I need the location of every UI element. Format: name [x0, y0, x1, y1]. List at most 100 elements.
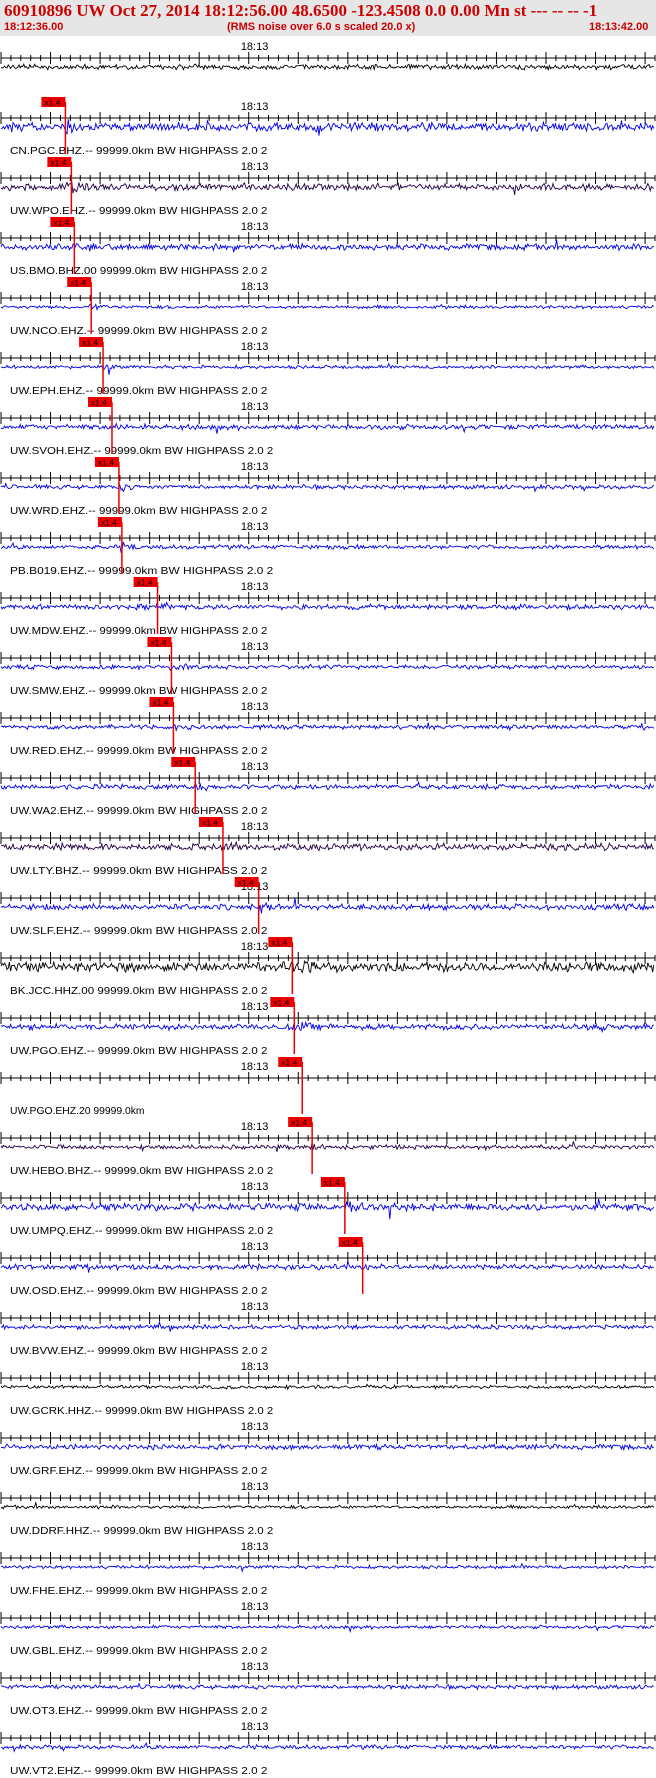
station-label: UW.FHE.EHZ.-- 99999.0km BW HIGHPASS 2.0 …	[10, 1585, 268, 1597]
scale-label: x1.4	[50, 158, 66, 168]
minute-tick-label: 18:13	[241, 1181, 269, 1193]
waveform-trace	[0, 1260, 654, 1273]
waveform-trace	[0, 840, 654, 852]
station-label: UW.RED.EHZ.-- 99999.0km BW HIGHPASS 2.0 …	[10, 745, 268, 757]
waveform-trace	[0, 1198, 655, 1220]
scale-label: x1.4	[238, 878, 254, 888]
station-label: UW.WRD.EHZ.-- 99999.0km BW HIGHPASS 2.0 …	[10, 505, 268, 517]
station-label: US.BMO.BHZ.00 99999.0km BW HIGHPASS 2.0 …	[10, 265, 268, 277]
minute-tick-label: 18:13	[241, 701, 269, 713]
waveform-trace	[1, 1562, 655, 1573]
station-label: UW.GBL.EHZ.-- 99999.0km BW HIGHPASS 2.0 …	[10, 1645, 268, 1657]
minute-tick-label: 18:13	[241, 1361, 269, 1373]
minute-tick-label: 18:13	[241, 1661, 269, 1673]
minute-tick-label: 18:13	[241, 221, 269, 233]
rms-note: (RMS noise over 6.0 s scaled 20.0 x)	[227, 21, 416, 33]
station-label: BK.JCC.HHZ.00 99999.0km BW HIGHPASS 2.0 …	[10, 985, 268, 997]
station-label: CN.PGC.BHZ.-- 99999.0km BW HIGHPASS 2.0 …	[10, 145, 268, 157]
minute-tick-label: 18:13	[241, 1001, 269, 1013]
minute-tick-label: 18:13	[241, 281, 269, 293]
station-label: UW.MDW.EHZ.-- 99999.0km BW HIGHPASS 2.0 …	[10, 625, 268, 637]
scale-label: x1.4	[273, 998, 289, 1008]
scale-label: x1.4	[202, 818, 218, 828]
minute-tick-label: 18:13	[241, 401, 269, 413]
waveform-trace	[0, 422, 655, 434]
waveform-trace	[0, 119, 655, 136]
scale-label: x1.4	[150, 638, 166, 648]
waveform-trace	[0, 1320, 654, 1332]
station-label: UW.WA2.EHZ.-- 99999.0km BW HIGHPASS 2.0 …	[10, 805, 268, 817]
station-label: UW.GCRK.HHZ.-- 99999.0km BW HIGHPASS 2.0…	[10, 1405, 273, 1417]
minute-tick-label: 18:13	[241, 161, 269, 173]
station-label: UW.SLF.EHZ.-- 99999.0km BW HIGHPASS 2.0 …	[10, 925, 268, 937]
waveform-trace	[0, 959, 655, 974]
minute-tick-label: 18:13	[241, 1301, 269, 1313]
station-label: UW.OT3.EHZ.-- 99999.0km BW HIGHPASS 2.0 …	[10, 1705, 268, 1717]
waveform-trace	[0, 601, 655, 612]
waveform-trace	[0, 1020, 654, 1034]
waveform-trace	[0, 541, 655, 554]
scale-label: x1.4	[101, 518, 117, 528]
scale-label: x1.4	[82, 338, 98, 348]
station-label: UW.SMW.EHZ.-- 99999.0km BW HIGHPASS 2.0 …	[10, 685, 268, 697]
minute-tick-label: 18:13	[241, 1541, 269, 1553]
waveform-trace	[0, 1141, 655, 1153]
station-label: UW.HEBO.BHZ.-- 99999.0km BW HIGHPASS 2.0…	[10, 1165, 273, 1177]
minute-tick-label: 18:13	[241, 1481, 269, 1493]
waveform-trace	[0, 780, 655, 792]
scale-label: x1.4	[44, 98, 60, 108]
waveform-trace	[0, 663, 655, 672]
minute-tick-label: 18:13	[241, 821, 269, 833]
station-label: UW.UMPQ.EHZ.-- 99999.0km BW HIGHPASS 2.0…	[10, 1225, 273, 1237]
scale-label: x1.4	[174, 758, 190, 768]
scale-label: x1.4	[281, 1058, 297, 1068]
scale-label: x1.4	[324, 1178, 340, 1188]
waveform-trace	[0, 181, 654, 195]
scale-label: x1.4	[152, 698, 168, 708]
station-label: UW.PGO.EHZ.20 99999.0km	[10, 1105, 145, 1117]
minute-tick-label: 18:13	[241, 41, 269, 53]
plot-header: 60910896 UW Oct 27, 2014 18:12:56.00 48.…	[0, 0, 656, 36]
minute-tick-label: 18:13	[241, 941, 269, 953]
scale-label: x1.4	[53, 218, 69, 228]
minute-tick-label: 18:13	[241, 101, 269, 113]
waveform-trace	[0, 62, 654, 72]
scale-label: x1.4	[137, 578, 153, 588]
minute-tick-label: 18:13	[241, 761, 269, 773]
waveform-trace	[0, 1383, 655, 1391]
waveform-trace	[0, 482, 655, 493]
scale-label: x1.4	[91, 398, 107, 408]
station-label: UW.OSD.EHZ.-- 99999.0km BW HIGHPASS 2.0 …	[10, 1285, 268, 1297]
station-label: UW.DDRF.HHZ.-- 99999.0km BW HIGHPASS 2.0…	[10, 1525, 273, 1537]
end-time: 18:13:42.00	[589, 21, 649, 33]
waveform-trace	[0, 239, 654, 253]
scale-label: x1.4	[98, 458, 114, 468]
scale-label: x1.4	[291, 1118, 307, 1128]
station-label: UW.PGO.EHZ.-- 99999.0km BW HIGHPASS 2.0 …	[10, 1045, 268, 1057]
waveform-trace	[0, 1741, 654, 1753]
waveform-trace	[0, 1623, 654, 1634]
station-label: UW.WPO.EHZ.-- 99999.0km BW HIGHPASS 2.0 …	[10, 205, 268, 217]
waveform-trace	[0, 1501, 655, 1510]
waveform-trace	[0, 1442, 654, 1452]
minute-tick-label: 18:13	[241, 341, 269, 353]
station-label: UW.NCO.EHZ.-- 99999.0km BW HIGHPASS 2.0 …	[10, 325, 268, 337]
station-label: PB.B019.EHZ.-- 99999.0km BW HIGHPASS 2.0…	[10, 565, 273, 577]
minute-tick-label: 18:13	[241, 1601, 269, 1613]
station-label: UW.EPH.EHZ.-- 99999.0km BW HIGHPASS 2.0 …	[10, 385, 268, 397]
station-label: UW.GRF.EHZ.-- 99999.0km BW HIGHPASS 2.0 …	[10, 1465, 268, 1477]
minute-tick-label: 18:13	[241, 641, 269, 653]
waveform-trace	[0, 303, 655, 312]
scale-label: x1.4	[70, 278, 86, 288]
waveform-trace	[0, 362, 655, 375]
start-time: 18:12:36.00	[4, 21, 64, 33]
minute-tick-label: 18:13	[241, 1241, 269, 1253]
minute-tick-label: 18:13	[241, 1061, 269, 1073]
scale-label: x1.4	[342, 1238, 358, 1248]
waveform-trace	[0, 1682, 654, 1691]
minute-tick-label: 18:13	[241, 1421, 269, 1433]
event-title: 60910896 UW Oct 27, 2014 18:12:56.00 48.…	[4, 1, 598, 20]
minute-tick-label: 18:13	[241, 1121, 269, 1133]
station-label: UW.LTY.BHZ.-- 99999.0km BW HIGHPASS 2.0 …	[10, 865, 268, 877]
station-label: UW.VT2.EHZ.-- 99999.0km BW HIGHPASS 2.0 …	[10, 1765, 268, 1777]
